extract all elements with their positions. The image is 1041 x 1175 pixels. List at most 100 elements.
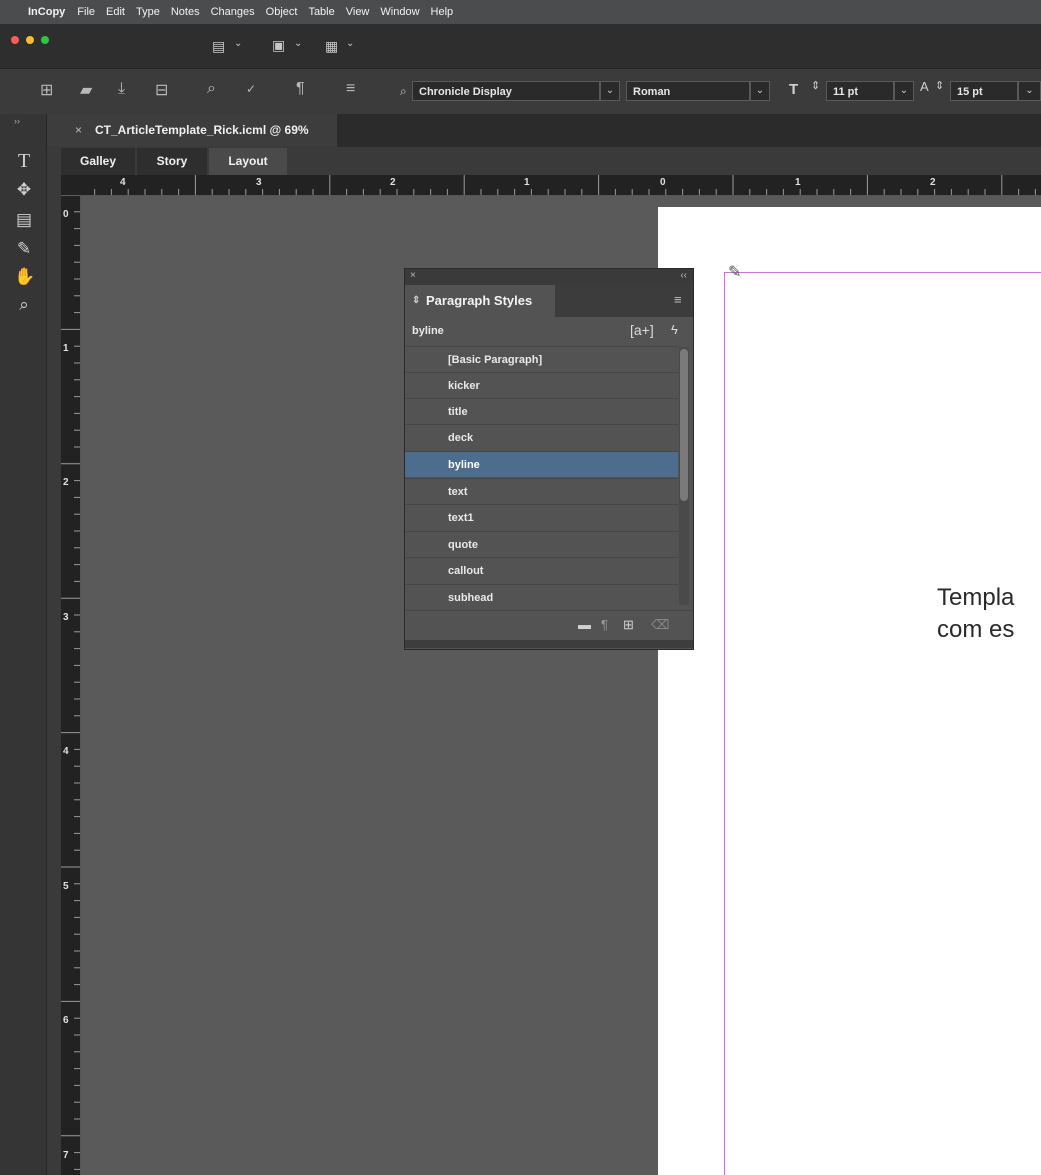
menu-table[interactable]: Table (308, 6, 334, 18)
window-title-bar (0, 24, 1041, 68)
document-page[interactable] (658, 207, 1041, 1175)
ruler-label: 2 (930, 177, 936, 188)
tab-layout[interactable]: Layout (209, 148, 287, 175)
zoom-tool-icon[interactable]: ⌕ (14, 295, 34, 315)
leading-field[interactable]: 15 pt (950, 81, 1018, 101)
menu-file[interactable]: File (77, 6, 95, 18)
horizontal-ruler[interactable] (61, 175, 1041, 196)
current-style-label: byline (412, 325, 444, 337)
menu-window[interactable]: Window (380, 6, 419, 18)
eyedropper-tool-icon[interactable]: ✎ (14, 239, 34, 259)
vertical-ruler[interactable] (61, 195, 81, 1175)
edit-cursor-icon: ✎ (728, 264, 742, 281)
ruler-ticks (61, 175, 1036, 195)
font-size-field[interactable]: 11 pt (826, 81, 894, 101)
panel-menu-icon[interactable]: ≡ (346, 80, 355, 98)
menu-help[interactable]: Help (431, 6, 454, 18)
close-tab-icon[interactable]: × (75, 114, 82, 147)
spell-check-icon[interactable]: ✓ (246, 82, 256, 96)
style-item[interactable]: [Basic Paragraph] (405, 346, 678, 372)
ruler-label: 7 (63, 1150, 69, 1161)
panel-menu-icon[interactable]: ≡ (674, 292, 682, 307)
ruler-label: 3 (256, 177, 262, 188)
leading-dropdown[interactable]: ⌄ (1018, 81, 1041, 101)
menu-edit[interactable]: Edit (106, 6, 125, 18)
show-hidden-characters-icon[interactable]: ¶ (296, 80, 305, 98)
menu-changes[interactable]: Changes (211, 6, 255, 18)
tab-paragraph-styles[interactable]: ⇕ Paragraph Styles (405, 285, 555, 317)
style-item[interactable]: text1 (405, 504, 678, 530)
menu-bar: InCopy File Edit Type Notes Changes Obje… (0, 0, 1041, 24)
screen-mode-icon[interactable]: ▣ (272, 37, 285, 54)
margin-guide (724, 272, 725, 1175)
position-tool-icon[interactable]: ✥ (14, 180, 34, 200)
delete-style-icon[interactable]: ⌫ (651, 617, 669, 633)
frame-view-icon[interactable]: ▤ (212, 38, 225, 55)
new-document-icon[interactable]: ⊞ (40, 80, 53, 100)
ruler-label: 2 (390, 177, 396, 188)
clear-overrides-icon[interactable]: ¶ (601, 617, 608, 632)
font-style-dropdown[interactable]: ⌄ (750, 81, 770, 101)
chevron-down-icon[interactable]: ⌄ (294, 38, 302, 49)
style-item[interactable]: quote (405, 531, 678, 557)
type-tool-icon[interactable]: T (14, 150, 34, 173)
ruler-label: 4 (63, 746, 69, 757)
find-icon[interactable]: ⌕ (207, 80, 216, 98)
save-icon[interactable]: ⤓ (118, 80, 125, 98)
font-style-field[interactable]: Roman (626, 81, 750, 101)
chevron-down-icon[interactable]: ⌄ (234, 38, 242, 49)
tab-galley[interactable]: Galley (61, 148, 135, 175)
collapse-panel-icon[interactable]: ‹‹ (680, 270, 687, 281)
font-size-dropdown[interactable]: ⌄ (894, 81, 914, 101)
ruler-label: 1 (795, 177, 801, 188)
scrollbar-thumb[interactable] (680, 349, 688, 501)
ruler-label: 3 (63, 612, 69, 623)
ruler-label: 4 (120, 177, 126, 188)
stepper-icon[interactable]: ⇕ (811, 79, 820, 92)
chevron-down-icon[interactable]: ⌄ (346, 38, 354, 49)
style-item-selected[interactable]: byline (405, 451, 678, 477)
style-item[interactable]: text (405, 478, 678, 504)
ruler-label: 1 (63, 343, 69, 354)
minimize-window-button[interactable] (26, 36, 34, 44)
document-tab-title: CT_ArticleTemplate_Rick.icml @ 69% (95, 123, 309, 137)
document-tab[interactable]: × CT_ArticleTemplate_Rick.icml @ 69% (47, 114, 337, 147)
open-folder-icon[interactable]: ▰ (80, 80, 92, 100)
expand-panel-icon[interactable]: ›› (14, 116, 20, 126)
menu-object[interactable]: Object (266, 6, 298, 18)
font-family-dropdown[interactable]: ⌄ (600, 81, 620, 101)
style-item[interactable]: title (405, 398, 678, 424)
new-style-group-icon[interactable]: ▬ (578, 617, 591, 632)
menu-type[interactable]: Type (136, 6, 160, 18)
panel-header[interactable]: × ‹‹ (405, 269, 693, 285)
style-item[interactable]: kicker (405, 372, 678, 398)
close-panel-icon[interactable]: × (410, 270, 416, 281)
tab-story[interactable]: Story (137, 148, 207, 175)
menu-app-name[interactable]: InCopy (28, 6, 65, 18)
hand-tool-icon[interactable]: ✋ (14, 267, 35, 287)
stepper-icon[interactable]: ⇕ (935, 79, 944, 92)
create-new-style-icon[interactable]: ⊞ (623, 617, 634, 633)
leading-icon: A (920, 79, 929, 94)
note-tool-icon[interactable]: ▤ (14, 210, 34, 230)
quick-apply-icon[interactable]: ϟ (671, 322, 678, 337)
panel-title: Paragraph Styles (426, 293, 533, 308)
menu-view[interactable]: View (346, 6, 370, 18)
margin-guide (724, 272, 1041, 273)
style-item[interactable]: deck (405, 424, 678, 450)
new-style-from-selection-icon[interactable]: [a+] (630, 322, 654, 338)
font-search-icon[interactable]: ⌕ (400, 84, 407, 99)
panel-resize-handle[interactable] (405, 640, 693, 648)
ruler-label: 6 (63, 1015, 69, 1026)
menu-notes[interactable]: Notes (171, 6, 200, 18)
font-family-field[interactable]: Chronicle Display (412, 81, 600, 101)
page-body-text[interactable]: Templa com es (937, 582, 1014, 646)
ruler-origin[interactable] (61, 175, 80, 195)
style-item[interactable]: callout (405, 557, 678, 583)
font-size-icon: T (789, 81, 799, 98)
close-window-button[interactable] (11, 36, 19, 44)
zoom-window-button[interactable] (41, 36, 49, 44)
style-item[interactable]: subhead (405, 584, 678, 610)
print-icon[interactable]: ⊟ (155, 80, 168, 100)
arrange-documents-icon[interactable]: ▦ (325, 38, 338, 55)
